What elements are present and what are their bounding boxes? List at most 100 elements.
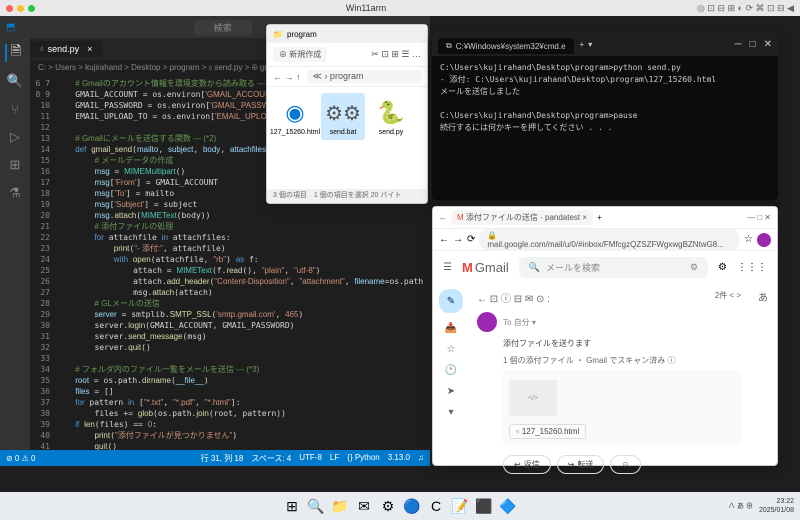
inbox-icon[interactable]: 📥 [445,323,457,334]
forward-button[interactable]: → [453,234,463,245]
forward-button[interactable]: ↪ 転送 [557,455,605,474]
sent-icon[interactable]: ➤ [447,386,455,397]
sender-avatar[interactable] [477,312,497,332]
cmd-tab[interactable]: ⧉ C:¥Windows¥system32¥cmd.e [438,38,574,54]
ime-indicator[interactable]: あ [758,289,768,304]
vscode-search-input[interactable]: 検索 [194,20,252,35]
window-controls[interactable]: — □ ✕ [747,213,771,222]
gmail-search-input[interactable]: 🔍 メールを検索 ⚙ [519,257,708,278]
vscode-activity-bar: 🗎 🔍 ⑂ ▷ ⊞ ⚗ [0,38,30,466]
snoozed-icon[interactable]: 🕐 [445,365,457,376]
back-button[interactable]: ← [439,234,449,245]
nav-buttons[interactable]: ← → ↑ [273,72,301,82]
browser-titlebar: ← M 添付ファイルの送信 - pandatest × + — □ ✕ [433,207,777,229]
close-tab-icon[interactable]: × [87,44,92,54]
url-input[interactable]: 🔒 mail.google.com/mail/u/0/#inbox/FMfcgz… [479,229,740,251]
cmd-output[interactable]: C:\Users\kujirahand\Desktop\program>pyth… [432,56,778,140]
taskbar-app-icon[interactable]: 📝 [449,495,471,517]
menu-icon[interactable]: ☰ [443,262,452,273]
taskbar-app-icon[interactable]: ✉ [353,495,375,517]
react-button[interactable]: ☺ [610,455,640,474]
toolbar-actions[interactable]: ✂ ⊡ ⊞ ☰ … [371,49,421,60]
gmail-favicon-icon: M [457,213,464,222]
taskbar-app-icon[interactable]: ⊞ [281,495,303,517]
gmail-logo[interactable]: MGmail [462,260,509,275]
explorer-statusbar: 3 個の項目 1 個の項目を選択 20 バイト [267,189,427,203]
python-file-icon: ⬨ [40,44,44,54]
extensions-icon[interactable]: ⊞ [6,156,24,174]
vscode-logo-icon: ⬒ [6,22,15,33]
pagination[interactable]: 2件 < > [715,290,741,305]
reply-button[interactable]: ↩ 返信 [503,455,551,474]
html-file-icon: ▫ [516,427,519,436]
attachment-thumb: </> [509,380,557,416]
close-button[interactable]: ✕ [764,39,772,50]
more-icon[interactable]: ▾ [448,407,453,418]
menubar-status-icons[interactable]: ◎ ⊡ ⊟ ⊞ ◐ ⟳ ⌘ ⊡ ⊟ ◀ [697,3,794,14]
explorer-toolbar: ⊕ 新規作成 ✂ ⊡ ⊞ ☰ … [267,43,427,67]
attachment-preview[interactable]: </> ▫ 127_15260.html [503,370,741,445]
cmd-titlebar[interactable]: ⧉ C:¥Windows¥system32¥cmd.e + ▾ ─ □ ✕ [432,32,778,56]
compose-button[interactable]: ✎ [439,289,463,313]
settings-icon[interactable]: ⚙ [718,262,727,273]
browser-tab[interactable]: M 添付ファイルの送信 - pandatest × [451,210,593,225]
debug-icon[interactable]: ▷ [6,128,24,146]
taskbar-app-icon[interactable]: ⚙ [377,495,399,517]
taskbar-app-icon[interactable]: 🔵 [401,495,423,517]
cmd-icon: ⧉ [446,41,452,51]
taskbar-app-icon[interactable]: 🔷 [497,495,519,517]
file-explorer-window: 📁 program ⊕ 新規作成 ✂ ⊡ ⊞ ☰ … ← → ↑ ≪ › pro… [266,24,428,204]
file-list: ◉127_15260.html⚙⚙send.bat🐍send.py [267,87,427,146]
starred-icon[interactable]: ☆ [447,344,456,355]
folder-icon: 📁 [273,30,283,39]
apps-icon[interactable]: ⋮⋮⋮ [737,262,767,273]
line-numbers: 6 7 8 9 10 11 12 13 14 15 16 17 18 19 20… [30,76,56,466]
message-body: 添付ファイルを送ります [477,332,741,355]
vscode-statusbar[interactable]: ⊘ 0 ⚠ 0 行 31, 列 18スペース: 4UTF-8LF{} Pytho… [0,450,430,466]
vm-title: Win11arm [43,3,689,13]
explorer-nav: ← → ↑ ≪ › program [267,67,427,87]
command-prompt-window: ⧉ C:¥Windows¥system32¥cmd.e + ▾ ─ □ ✕ C:… [432,32,778,200]
file-item[interactable]: 🐍send.py [369,93,413,140]
maximize-button[interactable]: □ [750,39,756,50]
minimize-button[interactable]: ─ [734,39,741,50]
gmail-header: ☰ MGmail 🔍 メールを検索 ⚙ ⚙ ⋮⋮⋮ [433,251,777,283]
new-button[interactable]: ⊕ 新規作成 [273,47,327,62]
path-input[interactable]: ≪ › program [307,70,421,83]
window-traffic-lights[interactable] [6,5,35,12]
windows-taskbar: ⊞🔍📁✉⚙🔵C📝⬛🔷 ∧ あ ⊕ 23:22 2025/01/08 [0,492,800,520]
profile-avatar[interactable] [757,233,771,247]
status-problems[interactable]: ⊘ 0 ⚠ 0 [6,454,35,463]
new-tab-button[interactable]: + [597,213,602,222]
gmail-sidebar: ✎ 📥 ☆ 🕐 ➤ ▾ [433,283,469,465]
mac-menubar: Win11arm ◎ ⊡ ⊟ ⊞ ◐ ⟳ ⌘ ⊡ ⊟ ◀ [0,0,800,16]
filter-icon[interactable]: ⚙ [690,262,698,273]
gmail-message-view: ← ⊡ ⓘ ⊟ ✉ ⊙ : 2件 < > To 自分 ▾ 添付ファイルを送ります… [469,283,749,465]
file-item[interactable]: ⚙⚙send.bat [321,93,365,140]
lock-icon: 🔒 [487,231,497,240]
attachment-chip[interactable]: ▫ 127_15260.html [509,424,586,439]
file-item[interactable]: ◉127_15260.html [273,93,317,140]
taskbar-app-icon[interactable]: C [425,495,447,517]
star-icon[interactable]: ☆ [744,234,753,245]
source-control-icon[interactable]: ⑂ [6,100,24,118]
test-icon[interactable]: ⚗ [6,184,24,202]
taskbar-app-icon[interactable]: 📁 [329,495,351,517]
attachment-header: 1 個の添付ファイル ・ Gmail でスキャン済み ⓘ [503,355,741,366]
message-toolbar: ← ⊡ ⓘ ⊟ ✉ ⊙ : 2件 < > [477,287,741,308]
taskbar-app-icon[interactable]: ⬛ [473,495,495,517]
search-icon[interactable]: 🔍 [6,72,24,90]
taskbar-app-icon[interactable]: 🔍 [305,495,327,517]
gmail-window: ← M 添付ファイルの送信 - pandatest × + — □ ✕ ← → … [432,206,778,466]
search-icon: 🔍 [529,262,540,273]
system-tray[interactable]: ∧ あ ⊕ 23:22 2025/01/08 [728,497,794,515]
explorer-titlebar[interactable]: 📁 program [267,25,427,43]
clock[interactable]: 23:22 2025/01/08 [759,497,794,515]
tab-send-py[interactable]: ⬨ send.py × [30,41,102,57]
explorer-icon[interactable]: 🗎 [5,44,23,62]
toolbar-actions[interactable]: ← ⊡ ⓘ ⊟ ✉ ⊙ : [477,290,550,305]
reload-button[interactable]: ⟳ [467,234,475,245]
recipient-line[interactable]: To 自分 ▾ [503,317,536,328]
browser-address-bar: ← → ⟳ 🔒 mail.google.com/mail/u/0/#inbox/… [433,229,777,251]
new-tab-button[interactable]: + [580,40,585,49]
